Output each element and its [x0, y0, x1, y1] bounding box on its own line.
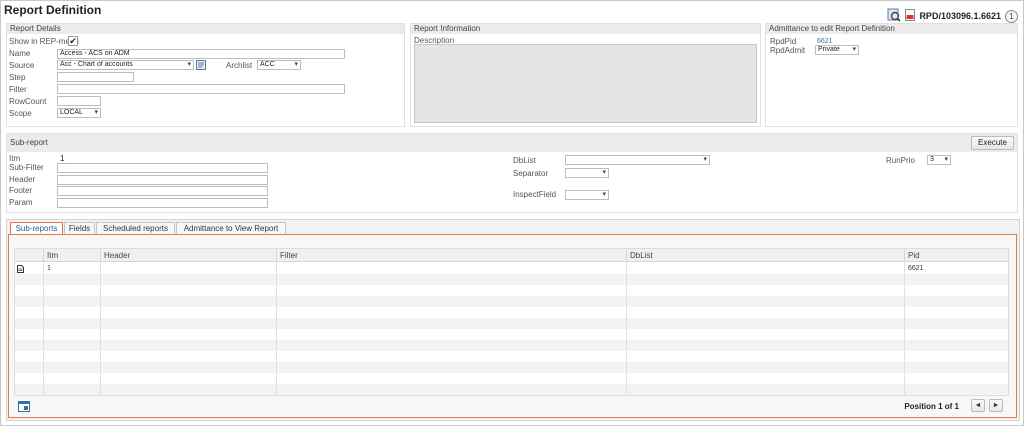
col-header-header[interactable]: Header [100, 249, 276, 262]
footer-label: Footer [9, 186, 33, 195]
rpdadmit-label: RpdAdmit [770, 46, 806, 55]
report-information-heading: Report Information [411, 24, 760, 34]
grid-footer: Position 1 of 1 ◄ ► [14, 397, 1009, 415]
cell-itm[interactable]: 1 [44, 263, 51, 274]
column-divider [626, 262, 627, 395]
description-textarea[interactable] [414, 44, 757, 123]
rowcount-input[interactable] [57, 96, 101, 106]
separator-label: Separator [513, 169, 549, 178]
rpdadmit-select[interactable]: Private [815, 45, 859, 55]
empty-row [15, 318, 1008, 329]
empty-row [15, 274, 1008, 285]
column-divider [904, 262, 905, 395]
empty-row [15, 296, 1008, 307]
show-in-rep-menu-checkbox[interactable]: ✔ [68, 36, 78, 46]
report-details-heading: Report Details [7, 24, 404, 34]
runprio-select[interactable]: 3 [927, 155, 951, 165]
admittance-panel: Admittance to edit Report Definition [765, 23, 1018, 127]
rowcount-label: RowCount [9, 97, 47, 106]
grid-settings-icon[interactable] [18, 401, 30, 414]
col-header-filter[interactable]: Filter [276, 249, 626, 262]
step-label: Step [9, 73, 26, 82]
search-icon[interactable] [887, 8, 902, 24]
empty-row [15, 340, 1008, 351]
empty-row [15, 362, 1008, 373]
column-divider [100, 262, 101, 395]
empty-row [15, 329, 1008, 340]
header-input[interactable] [57, 175, 268, 185]
grid-header-row: Itm Header Filter DbList Pid [15, 249, 1008, 262]
name-label: Name [9, 49, 31, 58]
separator-select[interactable] [565, 168, 609, 178]
dblist-label: DbList [513, 156, 536, 165]
source-label: Source [9, 61, 35, 70]
header-label: Header [9, 175, 36, 184]
inspectfield-label: InspectField [513, 190, 557, 199]
filter-input[interactable] [57, 84, 345, 94]
record-id: RPD/103096.1.6621 [919, 11, 1001, 21]
archlist-label: Archlist [226, 61, 253, 70]
pager-prev-button[interactable]: ◄ [971, 399, 985, 412]
scope-select[interactable]: LOCAL [57, 108, 101, 118]
execute-button[interactable]: Execute [971, 136, 1014, 150]
pdf-icon[interactable] [905, 9, 916, 23]
param-label: Param [9, 198, 33, 207]
table-row[interactable]: 1 6621 [15, 263, 1008, 274]
empty-row [15, 373, 1008, 384]
filter-label: Filter [9, 85, 27, 94]
record-toolbar: RPD/103096.1.6621 1 [887, 8, 1018, 24]
runprio-label: RunPrio [886, 156, 915, 165]
inspectfield-select[interactable] [565, 190, 609, 200]
cell-pid: 6621 [908, 265, 924, 272]
lookup-icon[interactable] [196, 60, 206, 72]
empty-row [15, 384, 1008, 395]
dblist-select[interactable] [565, 155, 710, 165]
help-button[interactable]: 1 [1005, 9, 1018, 23]
pager-next-button[interactable]: ► [989, 399, 1003, 412]
source-select[interactable]: Acc - Chart of accounts [57, 60, 194, 70]
subreports-grid: Itm Header Filter DbList Pid 1 6621 [14, 248, 1009, 396]
subfilter-input[interactable] [57, 163, 268, 173]
empty-row [15, 285, 1008, 296]
column-divider [276, 262, 277, 395]
col-header-pid[interactable]: Pid [904, 249, 1008, 262]
admittance-heading: Admittance to edit Report Definition [766, 24, 1017, 34]
archlist-select[interactable]: ACC [257, 60, 301, 70]
pager-position: Position 1 of 1 [904, 402, 959, 411]
subfilter-label: Sub-Filter [9, 163, 44, 172]
page-title: Report Definition [4, 3, 102, 17]
step-input[interactable] [57, 72, 134, 82]
empty-row [15, 307, 1008, 318]
name-input[interactable]: Access - ACS on ADM [57, 49, 345, 59]
col-header-dblist[interactable]: DbList [626, 249, 904, 262]
subreport-heading: Sub-report [7, 134, 1017, 152]
column-divider [43, 262, 44, 395]
scope-label: Scope [9, 109, 32, 118]
param-input[interactable] [57, 198, 268, 208]
col-header-itm[interactable]: Itm [43, 249, 100, 262]
footer-input[interactable] [57, 186, 268, 196]
empty-row [15, 351, 1008, 362]
